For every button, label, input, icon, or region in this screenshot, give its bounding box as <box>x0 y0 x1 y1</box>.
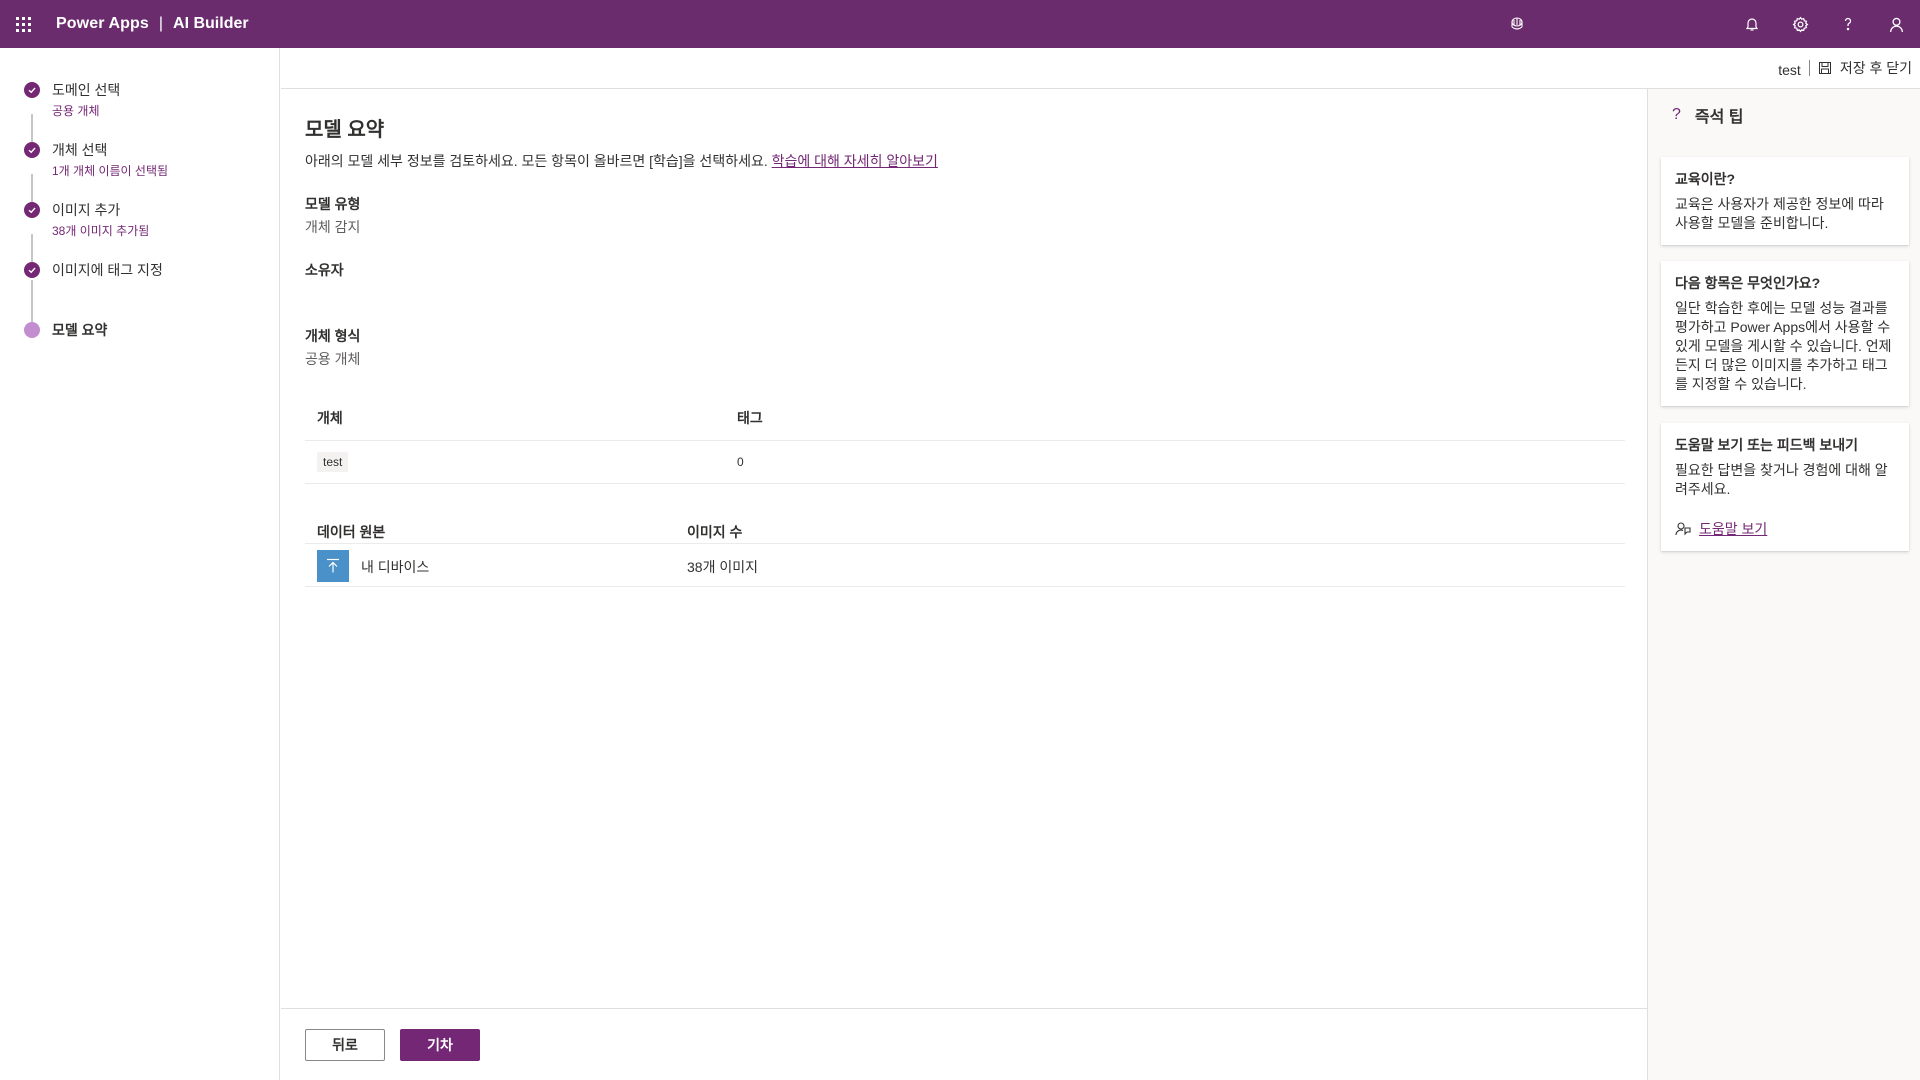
back-button[interactable]: 뒤로 <box>305 1029 385 1061</box>
objects-table: 개체 태그 test 0 <box>305 408 1625 496</box>
top-app-bar: Power Apps | AI Builder <box>0 0 1920 48</box>
gear-icon <box>1792 16 1808 32</box>
check-icon <box>24 142 40 158</box>
waffle-icon <box>15 16 31 32</box>
tip-card-title: 교육이란? <box>1675 171 1736 187</box>
question-icon <box>1844 17 1852 31</box>
upload-icon <box>317 550 349 582</box>
quick-tips-header: ? 즉석 팁 <box>1672 103 1744 127</box>
person-icon <box>1889 17 1903 32</box>
image-count: 38개 이미지 <box>687 559 758 575</box>
save-icon <box>1818 62 1831 74</box>
divider <box>1808 60 1810 76</box>
wizard-steps-nav: 도메인 선택 공용 개체 개체 선택 1개 개체 이름이 선택됨 이미지 추가 … <box>0 48 280 1080</box>
question-icon: ? <box>1672 106 1681 123</box>
current-step-dot <box>24 322 40 338</box>
table-row: 내 디바이스 38개 이미지 <box>305 543 1625 587</box>
main-content: 모델 요약 아래의 모델 세부 정보를 검토하세요. 모든 항목이 올바르면 [… <box>281 89 1647 1008</box>
check-icon <box>24 262 40 278</box>
tip-card: 교육이란? 교육은 사용자가 제공한 정보에 따라 사용할 모델을 준비합니다. <box>1661 157 1909 245</box>
model-type-value: 개체 감지 <box>305 219 361 235</box>
step-sublabel: 38개 이미지 추가됨 <box>52 224 150 238</box>
product-name[interactable]: AI Builder <box>173 15 249 33</box>
settings-button[interactable] <box>1776 0 1824 48</box>
view-help-label: 도움말 보기 <box>1699 521 1768 537</box>
object-format-label: 개체 형식 <box>305 328 361 344</box>
data-source-name: 내 디바이스 <box>361 559 430 575</box>
data-sources-table: 데이터 원본 이미지 수 내 디바이스 38개 이미지 <box>305 522 1625 610</box>
check-icon <box>24 202 40 218</box>
bell-icon <box>1745 18 1759 31</box>
model-name: test <box>1778 62 1801 78</box>
tip-card: 다음 항목은 무엇인가요? 일단 학습한 후에는 모델 성능 결과를 평가하고 … <box>1661 261 1909 406</box>
help-person-icon <box>1675 522 1691 536</box>
step-connector <box>31 280 33 322</box>
step-sublabel: 공용 개체 <box>52 104 100 118</box>
command-bar: test 저장 후 닫기 <box>281 48 1920 89</box>
title-separator: | <box>158 15 164 32</box>
table-row: test 0 <box>305 440 1625 484</box>
environment-button[interactable] <box>1505 12 1529 36</box>
model-type-label: 모델 유형 <box>305 196 361 212</box>
step-label: 이미지 추가 <box>52 202 121 218</box>
tip-card-title: 도움말 보기 또는 피드백 보내기 <box>1675 437 1858 453</box>
view-help-link[interactable]: 도움말 보기 <box>1675 519 1897 539</box>
check-icon <box>24 82 40 98</box>
train-button[interactable]: 기차 <box>400 1029 480 1061</box>
step-label: 개체 선택 <box>52 142 108 158</box>
quick-tips-panel: ? 즉석 팁 교육이란? 교육은 사용자가 제공한 정보에 따라 사용할 모델을… <box>1647 89 1920 1080</box>
tip-card-body: 일단 학습한 후에는 모델 성능 결과를 평가하고 Power Apps에서 사… <box>1675 300 1892 392</box>
step-label: 모델 요약 <box>52 322 108 338</box>
app-launcher-button[interactable] <box>0 0 46 48</box>
object-format-value: 공용 개체 <box>305 351 361 367</box>
learn-more-link[interactable]: 학습에 대해 자세히 알아보기 <box>772 153 938 169</box>
page-description: 아래의 모델 세부 정보를 검토하세요. 모든 항목이 올바르면 [학습]을 선… <box>305 151 938 171</box>
tip-card-body: 필요한 답변을 찾거나 경험에 대해 알려주세요. <box>1675 462 1888 497</box>
tip-card-body: 교육은 사용자가 제공한 정보에 따라 사용할 모델을 준비합니다. <box>1675 196 1884 231</box>
tag-count: 0 <box>737 455 744 469</box>
step-label: 이미지에 태그 지정 <box>52 262 163 278</box>
save-and-close-label: 저장 후 닫기 <box>1839 60 1912 76</box>
object-chip: test <box>317 452 349 472</box>
owner-label: 소유자 <box>305 262 344 278</box>
quick-tips-title: 즉석 팁 <box>1694 109 1744 126</box>
tip-card: 도움말 보기 또는 피드백 보내기 필요한 답변을 찾거나 경험에 대해 알려주… <box>1661 423 1909 551</box>
step-label: 도메인 선택 <box>52 82 121 98</box>
tip-card-title: 다음 항목은 무엇인가요? <box>1675 275 1821 291</box>
notifications-button[interactable] <box>1728 0 1776 48</box>
description-text: 아래의 모델 세부 정보를 검토하세요. 모든 항목이 올바르면 [학습]을 선… <box>305 153 768 169</box>
step-sublabel: 1개 개체 이름이 선택됨 <box>52 164 169 178</box>
save-and-close-button[interactable]: 저장 후 닫기 <box>1818 58 1912 78</box>
wizard-footer: 뒤로 기차 <box>281 1008 1647 1080</box>
environment-icon <box>1511 17 1523 30</box>
page-title: 모델 요약 <box>305 119 385 141</box>
help-button[interactable] <box>1824 0 1872 48</box>
account-button[interactable] <box>1872 0 1920 48</box>
app-name[interactable]: Power Apps <box>56 15 149 33</box>
